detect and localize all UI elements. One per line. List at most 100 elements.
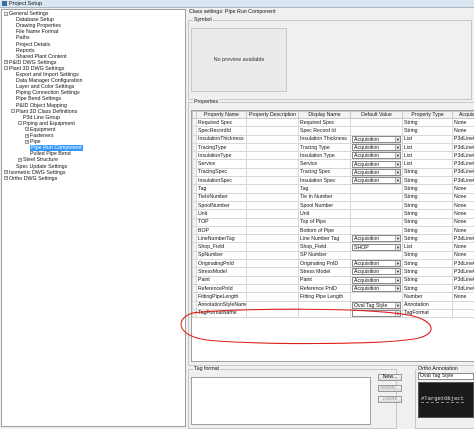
column-header[interactable]: Acquisition [452,111,474,119]
collapse-icon[interactable]: - [4,66,8,71]
cell-acq[interactable]: P3dLineGroup [452,267,474,277]
cell-acq[interactable]: None [452,242,474,252]
default-value-select[interactable]: SHOP ▼ [352,243,401,251]
chevron-down-icon[interactable]: ▼ [395,178,400,184]
cell-name[interactable]: Service [196,159,247,169]
default-value-select[interactable]: Acquisition ▼ [352,260,401,267]
cell-default[interactable] [350,117,403,128]
cell-type[interactable]: String [402,117,453,128]
property-row[interactable]: ServiceServiceAcquisition▼ListP3dLineGro… [192,159,474,169]
settings-tree[interactable]: - General Settings Database Setup Drawing P… [1,9,186,427]
tree-item[interactable]: Pipe Run Component [30,145,83,152]
cell-type[interactable]: Number [402,292,453,302]
property-row[interactable]: Required Spec Required Spec String None [192,117,474,128]
tree-item[interactable]: Reports [16,48,35,54]
tree-item[interactable]: Layer and Color Settings [16,84,74,90]
tree-item[interactable]: Pipe Bend Settings [16,96,61,102]
cell-type[interactable]: TagFormat [402,308,453,319]
cell-type[interactable]: List [402,151,453,161]
delete-tag-format-button[interactable]: Delete [378,396,402,403]
cell-type[interactable]: String [402,283,453,294]
cell-default[interactable] [350,126,403,136]
cell-desc[interactable] [246,308,299,319]
cell-display[interactable]: Top of Pipe [298,217,351,227]
property-row[interactable]: TracingType Tracing Type Acquisition ▼ List P… [192,142,474,153]
cell-default[interactable] [350,184,403,194]
expand-icon[interactable]: + [4,60,8,65]
chevron-down-icon[interactable]: ▼ [395,169,400,175]
default-value-cell[interactable]: ▼ [350,308,403,319]
property-row[interactable]: AnnotationStyleName Oval Tag Style ▼ Annota… [192,300,474,310]
cell-display[interactable]: Stress Model [298,267,351,277]
cell-default[interactable] [350,217,403,227]
cell-name[interactable]: TracingSpec [196,167,247,178]
cell-type[interactable]: String [402,176,453,186]
chevron-down-icon[interactable]: ▼ [395,244,400,250]
cell-display[interactable]: Line Number Tag [298,234,351,244]
tree-item[interactable]: - General Settings [4,11,48,17]
cell-name[interactable]: ReferencePnId [196,283,247,294]
cell-acq[interactable]: P3dLineGroup [452,134,474,144]
cell-display[interactable]: Bottom of Pipe [298,225,351,236]
chevron-down-icon[interactable]: ▼ [395,161,400,167]
cell-desc[interactable] [246,300,299,310]
cell-display[interactable]: Insulation Spec [298,176,351,186]
cell-acq[interactable]: P3dLineGroup [452,275,474,285]
cell-name[interactable]: InsulationThickness [196,134,247,144]
cell-acq[interactable]: None [452,250,474,261]
expand-icon[interactable]: + [25,139,29,144]
cell-name[interactable]: OriginatingPnId [196,259,247,269]
cell-type[interactable]: String [402,167,453,178]
expand-icon[interactable]: + [4,170,8,175]
cell-display[interactable]: Insulation Type [298,151,351,161]
cell-type[interactable]: String [402,267,453,277]
cell-name[interactable]: Required Spec [196,117,247,128]
cell-desc[interactable] [246,234,299,244]
cell-acq[interactable]: None [452,209,474,219]
cell-name[interactable]: SpoolNumber [196,200,247,211]
cell-default[interactable] [350,192,403,202]
properties-grid[interactable]: Property Name Property Description Display… [191,110,474,362]
cell-name[interactable]: TracingType [196,142,247,153]
cell-type[interactable]: String [402,126,453,136]
cell-desc[interactable] [246,242,299,252]
cell-display[interactable]: Reference PnID [298,283,351,294]
cell-desc[interactable] [246,192,299,202]
default-value-cell[interactable]: SHOP ▼ [350,242,403,252]
column-header[interactable]: Property Name [196,111,247,119]
cell-type[interactable]: String [402,250,453,261]
column-header[interactable]: Display Name [298,111,351,119]
cell-type[interactable]: String [402,192,453,202]
cell-default[interactable] [350,250,403,261]
expand-icon[interactable]: + [18,157,22,162]
cell-display[interactable] [298,308,351,319]
default-value-select[interactable]: Acquisition ▼ [352,277,401,284]
cell-name[interactable]: TagFormatName [196,308,247,319]
cell-type[interactable]: String [402,225,453,236]
property-row[interactable]: SpNumber SP Number String None [192,250,474,261]
tree-item[interactable]: Data Manager Configuration [16,78,83,84]
cell-display[interactable]: Unit [298,209,351,219]
cell-display[interactable]: Fitting Pipe Length [298,292,351,302]
tree-item[interactable]: + P&ID DWG Settings [4,60,56,66]
cell-desc[interactable] [246,275,299,285]
property-row[interactable]: SpecRecordId Spec Record Id String None [192,126,474,136]
cell-acq[interactable]: None [452,200,474,211]
default-value-cell[interactable]: Acquisition ▼ [350,151,403,161]
tree-item[interactable]: Spec Update Settings [16,164,67,170]
property-row[interactable]: TagFormatName ▼ TagFormat [192,308,474,319]
cell-acq[interactable]: None [452,292,474,302]
cell-type[interactable]: List [402,242,453,252]
tree-item[interactable]: + Isometric DWG Settings [4,170,66,176]
chevron-down-icon[interactable]: ▼ [395,286,400,292]
cell-acq[interactable]: None [452,184,474,194]
cell-acq[interactable]: None [452,117,474,128]
collapse-icon[interactable]: - [4,11,8,16]
property-row[interactable]: StressModel Stress Model Acquisition ▼ Strin… [192,267,474,277]
cell-name[interactable]: FittingPipeLength [196,292,247,302]
tree-item[interactable]: P&ID Object Mapping [16,103,67,109]
cell-display[interactable]: Spool Number [298,200,351,211]
cell-acq[interactable]: P3dLineGroup [452,167,474,178]
cell-acq[interactable]: None [452,192,474,202]
property-row[interactable]: FittingPipeLength Fitting Pipe Length Numb… [192,292,474,302]
